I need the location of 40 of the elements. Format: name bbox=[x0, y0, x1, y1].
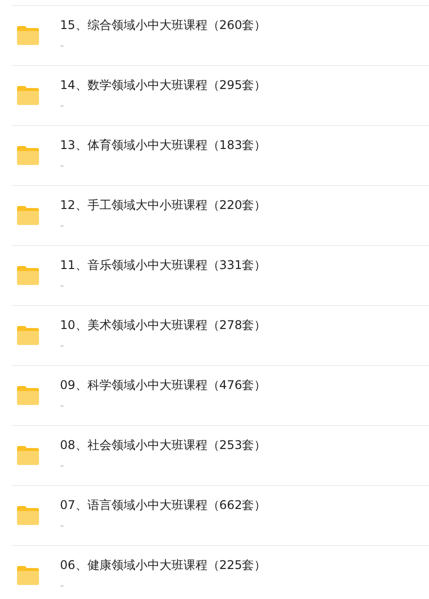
folder-row[interactable]: 08、社会领域小中大班课程（253套） - bbox=[12, 425, 429, 485]
folder-title: 13、体育领域小中大班课程（183套） bbox=[60, 137, 266, 154]
folder-icon bbox=[16, 565, 40, 586]
folder-subtitle: - bbox=[60, 219, 64, 233]
folder-title: 12、手工领域大中小班课程（220套） bbox=[60, 197, 266, 214]
folder-icon bbox=[16, 145, 40, 166]
folder-row[interactable]: 12、手工领域大中小班课程（220套） - bbox=[12, 185, 429, 245]
folder-icon bbox=[16, 205, 40, 226]
folder-icon bbox=[16, 445, 40, 466]
folder-icon bbox=[16, 85, 40, 106]
folder-title: 10、美术领域小中大班课程（278套） bbox=[60, 317, 266, 334]
folder-subtitle: - bbox=[60, 39, 64, 53]
folder-icon bbox=[16, 265, 40, 286]
folder-row[interactable]: 15、综合领域小中大班课程（260套） - bbox=[12, 5, 429, 65]
folder-row[interactable]: 09、科学领域小中大班课程（476套） - bbox=[12, 365, 429, 425]
folder-icon bbox=[16, 385, 40, 406]
folder-title: 06、健康领域小中大班课程（225套） bbox=[60, 557, 266, 574]
folder-subtitle: - bbox=[60, 339, 64, 353]
folder-title: 11、音乐领域小中大班课程（331套） bbox=[60, 257, 266, 274]
folder-subtitle: - bbox=[60, 399, 64, 413]
folder-title: 15、综合领域小中大班课程（260套） bbox=[60, 17, 266, 34]
folder-row[interactable]: 11、音乐领域小中大班课程（331套） - bbox=[12, 245, 429, 305]
folder-subtitle: - bbox=[60, 159, 64, 173]
folder-row[interactable]: 14、数学领域小中大班课程（295套） - bbox=[12, 65, 429, 125]
folder-title: 09、科学领域小中大班课程（476套） bbox=[60, 377, 266, 394]
folder-row[interactable]: 13、体育领域小中大班课程（183套） - bbox=[12, 125, 429, 185]
folder-title: 07、语言领域小中大班课程（662套） bbox=[60, 497, 266, 514]
folder-subtitle: - bbox=[60, 519, 64, 533]
folder-icon bbox=[16, 505, 40, 526]
folder-subtitle: - bbox=[60, 99, 64, 113]
folder-subtitle: - bbox=[60, 459, 64, 473]
folder-subtitle: - bbox=[60, 579, 64, 593]
folder-title: 14、数学领域小中大班课程（295套） bbox=[60, 77, 266, 94]
folder-row[interactable]: 10、美术领域小中大班课程（278套） - bbox=[12, 305, 429, 365]
folder-icon bbox=[16, 325, 40, 346]
folder-title: 08、社会领域小中大班课程（253套） bbox=[60, 437, 266, 454]
folder-row[interactable]: 07、语言领域小中大班课程（662套） - bbox=[12, 485, 429, 545]
folder-icon bbox=[16, 25, 40, 46]
folder-row[interactable]: 06、健康领域小中大班课程（225套） - bbox=[12, 545, 429, 599]
folder-subtitle: - bbox=[60, 279, 64, 293]
